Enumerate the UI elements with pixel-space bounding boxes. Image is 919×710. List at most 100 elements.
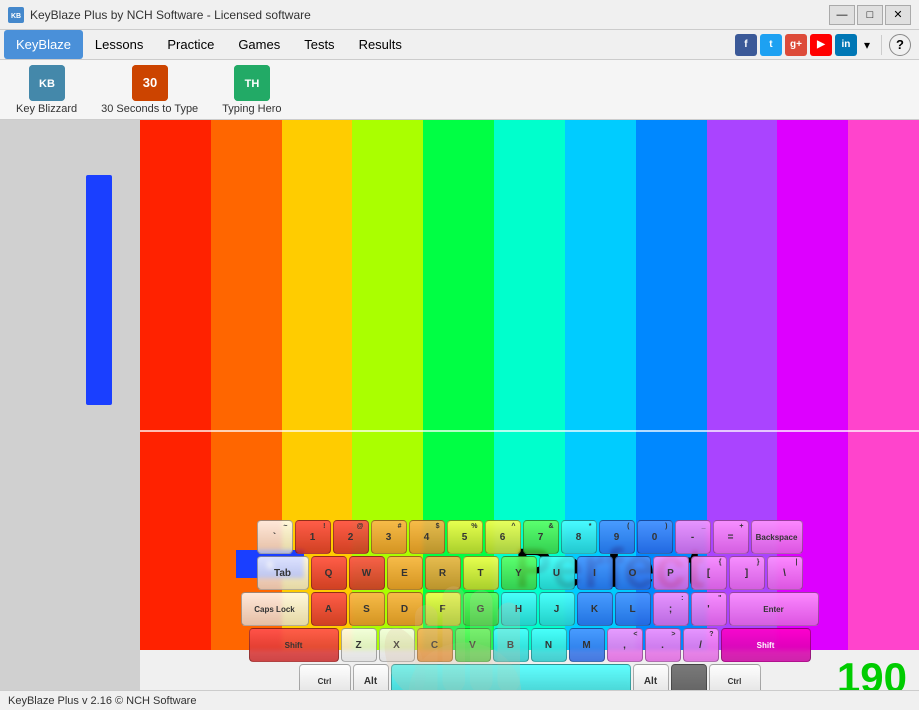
key-rshift[interactable]: Shift [721,628,811,662]
toolbar-item-typing-hero[interactable]: THTyping Hero [214,61,289,119]
key-f[interactable]: F [425,592,461,626]
menu-item-keyblaze[interactable]: KeyBlaze [4,30,83,59]
toolbar-item-30-seconds[interactable]: 3030 Seconds to Type [93,61,206,119]
key-9[interactable]: (9 [599,520,635,554]
key-x[interactable]: X [379,628,415,662]
key-p[interactable]: P [653,556,689,590]
help-button[interactable]: ? [889,34,911,56]
key-semicolon[interactable]: :; [653,592,689,626]
key-tilde[interactable]: ~` [257,520,293,554]
key-n[interactable]: N [531,628,567,662]
key-g[interactable]: G [463,592,499,626]
key-2[interactable]: @2 [333,520,369,554]
social-btn-tw[interactable]: t [760,34,782,56]
menu-item-results[interactable]: Results [347,30,414,59]
key-main-char: 4 [424,532,430,543]
key-main-char: 3 [386,532,392,543]
key-d[interactable]: D [387,592,423,626]
key-s[interactable]: S [349,592,385,626]
menu-item-lessons[interactable]: Lessons [83,30,155,59]
key-main-char: 9 [614,532,620,543]
key-j[interactable]: J [539,592,575,626]
key-capslock[interactable]: Caps Lock [241,592,309,626]
menu-item-practice[interactable]: Practice [155,30,226,59]
key-label: H [515,604,522,615]
menu-item-games[interactable]: Games [226,30,292,59]
social-btn-yt[interactable]: ▶ [810,34,832,56]
key-label: P [667,568,674,579]
key-5[interactable]: %5 [447,520,483,554]
key-main-char: \ [783,568,786,579]
key-b[interactable]: B [493,628,529,662]
close-button[interactable]: ✕ [885,5,911,25]
key-h[interactable]: H [501,592,537,626]
minimize-button[interactable]: — [829,5,855,25]
key-label: Alt [364,676,377,687]
key-main-char: ; [669,604,672,615]
key-lshift[interactable]: Shift [249,628,339,662]
key-y[interactable]: Y [501,556,537,590]
key-comma[interactable]: <, [607,628,643,662]
key-label: W [362,568,371,579]
key-a[interactable]: A [311,592,347,626]
key-u[interactable]: U [539,556,575,590]
key-z[interactable]: Z [341,628,377,662]
social-btn-fb[interactable]: f [735,34,757,56]
key-tab[interactable]: Tab [257,556,309,590]
key-lbracket[interactable]: {[ [691,556,727,590]
key-t[interactable]: T [463,556,499,590]
key-c[interactable]: C [417,628,453,662]
social-more-button[interactable]: ▾ [860,38,874,52]
toolbar-item-key-blizzard[interactable]: KBKey Blizzard [8,61,85,119]
key-0[interactable]: )0 [637,520,673,554]
key-3[interactable]: #3 [371,520,407,554]
title-bar: KB KeyBlaze Plus by NCH Software - Licen… [0,0,919,30]
social-btn-gp[interactable]: g+ [785,34,807,56]
key-q[interactable]: Q [311,556,347,590]
key-top-char: & [548,523,553,530]
social-btn-li[interactable]: in [835,34,857,56]
key-m[interactable]: M [569,628,605,662]
key-o[interactable]: O [615,556,651,590]
key-label: Q [325,568,333,579]
left-panel [0,120,140,710]
key-r[interactable]: R [425,556,461,590]
key-main-char: 2 [348,532,354,543]
key-k[interactable]: K [577,592,613,626]
key-v[interactable]: V [455,628,491,662]
key-7[interactable]: &7 [523,520,559,554]
key-1[interactable]: !1 [295,520,331,554]
keyboard-area: ~`!1@2#3$4%5^6&7*8(9)0_-+=Backspace Tab Q W… [140,510,919,710]
key-i[interactable]: I [577,556,613,590]
key-enter[interactable]: Enter [729,592,819,626]
key-quote[interactable]: "' [691,592,727,626]
key-backspace[interactable]: Backspace [751,520,803,554]
window-title: KeyBlaze Plus by NCH Software - Licensed… [30,8,829,22]
svg-text:KB: KB [39,78,55,90]
key-l[interactable]: L [615,592,651,626]
key-equals[interactable]: += [713,520,749,554]
maximize-button[interactable]: □ [857,5,883,25]
key-e[interactable]: E [387,556,423,590]
keyboard-row-row3: Caps LockAS D F G H JKL:;"'Enter [150,592,909,626]
key-6[interactable]: ^6 [485,520,521,554]
key-slash[interactable]: ?/ [683,628,719,662]
app-icon: KB [8,7,24,23]
menu-item-tests[interactable]: Tests [292,30,346,59]
key-label: Ctrl [728,677,742,686]
key-4[interactable]: $4 [409,520,445,554]
key-label: Z [355,640,361,651]
key-label: X [393,640,400,651]
key-label: D [401,604,408,615]
key-backslash[interactable]: |\ [767,556,803,590]
svg-text:30: 30 [142,75,156,90]
key-top-char: ? [709,631,713,638]
key-top-char: % [471,523,477,530]
key-period[interactable]: >. [645,628,681,662]
key-8[interactable]: *8 [561,520,597,554]
key-minus[interactable]: _- [675,520,711,554]
key-rbracket[interactable]: }] [729,556,765,590]
toolbar-label-typing-hero: Typing Hero [222,103,281,115]
key-w[interactable]: W [349,556,385,590]
key-label: F [439,604,445,615]
